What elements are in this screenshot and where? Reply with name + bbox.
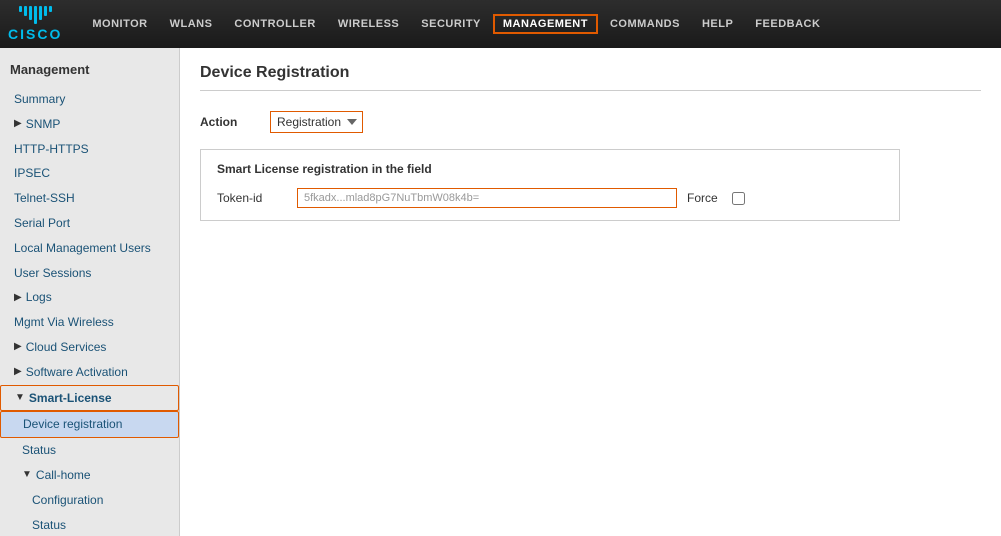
sidebar-items-container: Summary ▶ SNMP HTTP-HTTPS IPSEC Telnet-SSH Ser… — [0, 87, 179, 536]
sidebar-item-device-registration[interactable]: Device registration — [0, 411, 179, 438]
nav-link-wireless[interactable]: WIRELESS — [328, 14, 409, 34]
arrow-right-icon: ▶ — [14, 340, 22, 354]
nav-item-commands[interactable]: COMMANDS — [600, 14, 690, 34]
nav-link-feedback[interactable]: FEEDBACK — [745, 14, 830, 34]
content-area: Device Registration Action RegistrationD… — [180, 48, 1001, 536]
sidebar-item-label: Status — [22, 443, 56, 457]
token-id-input[interactable] — [297, 188, 677, 208]
sidebar-item-label: Configuration — [32, 493, 103, 507]
token-id-label: Token-id — [217, 191, 287, 205]
token-id-row: Token-id Force — [217, 188, 883, 208]
sidebar-item-call-home[interactable]: ▼ Call-home — [0, 463, 179, 488]
sidebar-item-http-https[interactable]: HTTP-HTTPS — [0, 137, 179, 162]
sidebar-item-label: User Sessions — [14, 266, 91, 280]
arrow-right-icon: ▶ — [14, 117, 22, 131]
arrow-down-icon: ▼ — [15, 391, 25, 405]
cisco-logo: CISCO — [8, 6, 62, 43]
cisco-wordmark: CISCO — [8, 26, 62, 43]
sidebar-item-label: Logs — [26, 289, 52, 306]
sidebar-item-logs[interactable]: ▶ Logs — [0, 285, 179, 310]
sidebar-item-status[interactable]: Status — [0, 438, 179, 463]
nav-link-monitor[interactable]: MONITOR — [82, 14, 157, 34]
nav-item-monitor[interactable]: MONITOR — [82, 14, 157, 34]
sidebar-item-serial-port[interactable]: Serial Port — [0, 211, 179, 236]
sidebar-item-summary[interactable]: Summary — [0, 87, 179, 112]
sidebar-item-snmp[interactable]: ▶ SNMP — [0, 112, 179, 137]
arrow-right-icon: ▶ — [14, 365, 22, 379]
nav-link-security[interactable]: SECURITY — [411, 14, 491, 34]
nav-item-controller[interactable]: CONTROLLER — [224, 14, 325, 34]
action-select[interactable]: RegistrationDe-registerRenew — [270, 111, 363, 133]
sidebar-item-label: Mgmt Via Wireless — [14, 315, 114, 329]
sidebar-item-telnet-ssh[interactable]: Telnet-SSH — [0, 186, 179, 211]
arrow-right-icon: ▶ — [14, 291, 22, 305]
sidebar-item-label: Summary — [14, 92, 65, 106]
sidebar-title: Management — [0, 56, 179, 87]
nav-link-help[interactable]: HELP — [692, 14, 743, 34]
nav-link-management[interactable]: MANAGEMENT — [493, 14, 598, 34]
sidebar-item-label: SNMP — [26, 116, 61, 133]
sidebar-item-label: IPSEC — [14, 166, 50, 180]
cisco-bars-icon — [19, 6, 52, 24]
nav-item-feedback[interactable]: FEEDBACK — [745, 14, 830, 34]
sidebar-item-configuration[interactable]: Configuration — [0, 488, 179, 513]
sidebar-item-local-management-users[interactable]: Local Management Users — [0, 236, 179, 261]
nav-link-controller[interactable]: CONTROLLER — [224, 14, 325, 34]
sidebar-item-software-activation[interactable]: ▶ Software Activation — [0, 360, 179, 385]
force-checkbox[interactable] — [732, 192, 745, 205]
nav-item-security[interactable]: SECURITY — [411, 14, 491, 34]
nav-item-wlans[interactable]: WLANs — [160, 14, 223, 34]
sidebar-item-label: Device registration — [23, 417, 122, 431]
sidebar-item-label: Smart-License — [29, 390, 112, 407]
main-nav-list: MONITORWLANsCONTROLLERWIRELESSSECURITYMA… — [82, 14, 830, 34]
sidebar-item-cloud-services[interactable]: ▶ Cloud Services — [0, 335, 179, 360]
sidebar-item-label: Call-home — [36, 467, 91, 484]
sidebar-item-ipsec[interactable]: IPSEC — [0, 161, 179, 186]
sidebar-item-label: Local Management Users — [14, 241, 151, 255]
main-layout: Management Summary ▶ SNMP HTTP-HTTPS IPSEC Te… — [0, 48, 1001, 536]
sidebar-item-label: Software Activation — [26, 364, 128, 381]
arrow-down-icon: ▼ — [22, 468, 32, 482]
action-row: Action RegistrationDe-registerRenew — [200, 111, 981, 133]
sidebar-item-label: Telnet-SSH — [14, 191, 75, 205]
sidebar-item-mgmt-via-wireless[interactable]: Mgmt Via Wireless — [0, 310, 179, 335]
nav-link-commands[interactable]: COMMANDS — [600, 14, 690, 34]
sidebar-item-label: Status — [32, 518, 66, 532]
sidebar-item-label: Serial Port — [14, 216, 70, 230]
nav-item-help[interactable]: HELP — [692, 14, 743, 34]
sidebar: Management Summary ▶ SNMP HTTP-HTTPS IPSEC Te… — [0, 48, 180, 536]
smart-license-section-title: Smart License registration in the field — [217, 162, 883, 176]
top-navigation: CISCO MONITORWLANsCONTROLLERWIRELESSSECU… — [0, 0, 1001, 48]
nav-link-wlans[interactable]: WLANs — [160, 14, 223, 34]
sidebar-item-smart-license[interactable]: ▼ Smart-License — [0, 385, 179, 412]
smart-license-section: Smart License registration in the field … — [200, 149, 900, 221]
force-label: Force — [687, 191, 718, 205]
action-label: Action — [200, 115, 260, 129]
sidebar-item-user-sessions[interactable]: User Sessions — [0, 261, 179, 286]
nav-item-wireless[interactable]: WIRELESS — [328, 14, 409, 34]
sidebar-item-label: Cloud Services — [26, 339, 107, 356]
nav-item-management[interactable]: MANAGEMENT — [493, 14, 598, 34]
page-title: Device Registration — [200, 64, 981, 91]
sidebar-item-label: HTTP-HTTPS — [14, 142, 89, 156]
sidebar-item-status[interactable]: Status — [0, 513, 179, 536]
